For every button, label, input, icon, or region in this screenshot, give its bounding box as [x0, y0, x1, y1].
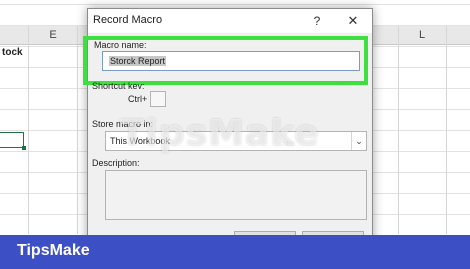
column-divider	[398, 26, 399, 234]
dialog-titlebar: Record Macro ? ✕	[88, 9, 372, 33]
description-textarea[interactable]	[105, 170, 367, 220]
highlight-frame	[83, 36, 368, 85]
brand-banner: TipsMake	[0, 235, 470, 269]
column-divider	[446, 26, 447, 234]
selected-cell[interactable]	[0, 132, 26, 150]
brand-name: TipsMake	[17, 242, 90, 259]
description-label: Description:	[92, 158, 140, 168]
shortcut-key-input[interactable]	[150, 91, 166, 107]
close-icon[interactable]: ✕	[342, 12, 364, 30]
shortcut-key-label: Shortcut key:	[92, 81, 145, 89]
cell-text[interactable]: tock	[2, 47, 23, 58]
watermark-domain: .com	[277, 139, 295, 148]
column-header-e[interactable]: E	[29, 26, 77, 44]
help-icon[interactable]: ?	[306, 12, 328, 30]
dialog-title: Record Macro	[93, 14, 163, 26]
ctrl-label: Ctrl+	[128, 94, 148, 104]
column-divider	[28, 26, 29, 234]
column-divider	[77, 26, 78, 234]
column-header-l[interactable]: L	[398, 26, 446, 44]
chevron-down-icon[interactable]: ⌄	[351, 132, 366, 150]
